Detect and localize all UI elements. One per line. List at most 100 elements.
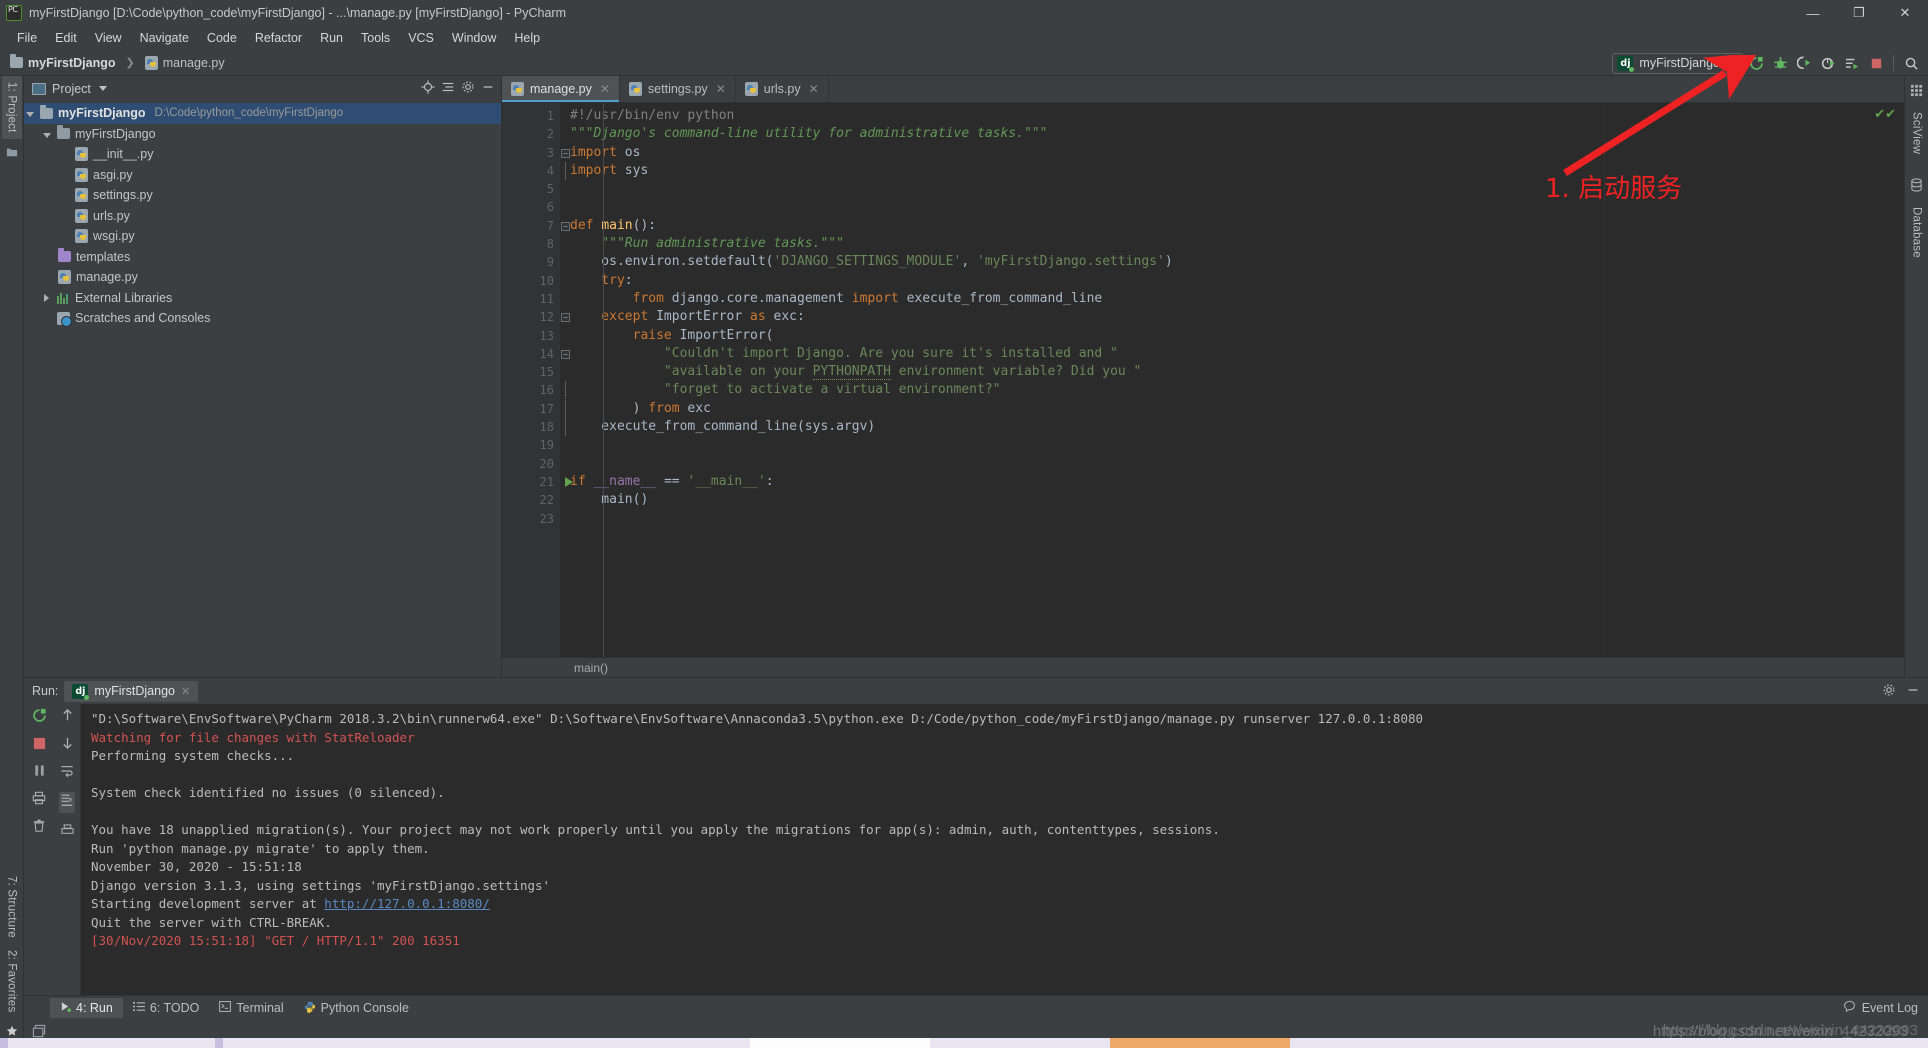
- statusbar-item-terminal[interactable]: Terminal: [209, 998, 293, 1018]
- run-with-console-icon[interactable]: [1841, 52, 1863, 74]
- project-files-icon[interactable]: [6, 145, 18, 163]
- close-icon[interactable]: ✕: [181, 685, 190, 698]
- code-line[interactable]: execute_from_command_line(sys.argv): [570, 418, 1604, 436]
- run-icon[interactable]: [1745, 52, 1767, 74]
- code-line[interactable]: import sys: [570, 162, 1604, 180]
- run-coverage-icon[interactable]: [1793, 52, 1815, 74]
- code-line[interactable]: import os: [570, 144, 1604, 162]
- tree-row-init-py[interactable]: __init__.py: [24, 144, 501, 165]
- collapse-all-icon[interactable]: [441, 80, 455, 97]
- tree-row-project-root[interactable]: myFirstDjango D:\Code\python_code\myFirs…: [24, 103, 501, 124]
- search-everywhere-icon[interactable]: [1900, 52, 1922, 74]
- tree-row-asgi-py[interactable]: asgi.py: [24, 165, 501, 186]
- up-icon[interactable]: [61, 708, 74, 727]
- console-link[interactable]: http://127.0.0.1:8080/: [324, 896, 490, 911]
- profile-icon[interactable]: [1817, 52, 1839, 74]
- close-icon[interactable]: ✕: [809, 82, 819, 96]
- code-line[interactable]: raise ImportError(: [570, 327, 1604, 345]
- tab-manage-py[interactable]: manage.py ✕: [502, 76, 620, 102]
- locate-icon[interactable]: [421, 80, 435, 97]
- event-log-label[interactable]: Event Log: [1862, 1001, 1918, 1015]
- editor-gutter[interactable]: 1 2 3−4 5 6 7− 8 9 10 11 12− 13 14− 15 16 17 18 19 20 21 22 2…: [502, 103, 573, 657]
- debug-icon[interactable]: [1769, 52, 1791, 74]
- menu-code[interactable]: Code: [198, 28, 246, 48]
- code-line[interactable]: [570, 455, 1604, 473]
- sidebar-item-database[interactable]: Database: [1907, 201, 1927, 264]
- code-line[interactable]: "Couldn't import Django. Are you sure it…: [570, 345, 1604, 363]
- delete-icon[interactable]: [32, 819, 46, 838]
- stop-icon[interactable]: [33, 737, 46, 755]
- tree-row-templates[interactable]: templates: [24, 247, 501, 268]
- menu-run[interactable]: Run: [311, 28, 352, 48]
- soft-wrap-icon[interactable]: [60, 764, 74, 783]
- down-icon[interactable]: [61, 736, 74, 755]
- code-line[interactable]: [570, 510, 1604, 528]
- breadcrumb-file[interactable]: manage.py: [163, 56, 225, 70]
- tab-urls-py[interactable]: urls.py ✕: [736, 76, 829, 102]
- tree-row-scratches-and-consoles[interactable]: Scratches and Consoles: [24, 308, 501, 329]
- minimize-button[interactable]: —: [1790, 0, 1836, 26]
- tree-row-manage-py[interactable]: manage.py: [24, 267, 501, 288]
- menu-tools[interactable]: Tools: [352, 28, 399, 48]
- project-tree[interactable]: myFirstDjango D:\Code\python_code\myFirs…: [24, 101, 501, 677]
- code-line[interactable]: [570, 198, 1604, 216]
- menu-file[interactable]: File: [8, 28, 46, 48]
- tree-toggle-icon[interactable]: [24, 106, 35, 120]
- chevron-down-icon[interactable]: [98, 86, 107, 91]
- code-line[interactable]: if __name__ == '__main__':: [570, 473, 1604, 491]
- code-line[interactable]: "forget to activate a virtual environmen…: [570, 381, 1604, 399]
- tree-row-wsgi-py[interactable]: wsgi.py: [24, 226, 501, 247]
- code-line[interactable]: """Django's command-line utility for adm…: [570, 125, 1604, 143]
- run-console-output[interactable]: "D:\Software\EnvSoftware\PyCharm 2018.3.…: [80, 704, 1928, 995]
- hide-panel-icon[interactable]: [481, 80, 495, 97]
- code-line[interactable]: """Run administrative tasks.""": [570, 235, 1604, 253]
- tree-toggle-icon[interactable]: [41, 127, 52, 141]
- menu-view[interactable]: View: [86, 28, 131, 48]
- menu-vcs[interactable]: VCS: [399, 28, 443, 48]
- close-icon[interactable]: ✕: [716, 82, 726, 96]
- print-small-icon[interactable]: [60, 824, 74, 842]
- code-line[interactable]: [570, 436, 1604, 454]
- tree-row-urls-py[interactable]: urls.py: [24, 206, 501, 227]
- code-line[interactable]: ) from exc: [570, 400, 1604, 418]
- tree-row-myfirstdjango-package[interactable]: myFirstDjango: [24, 124, 501, 145]
- statusbar-item-python-console[interactable]: Python Console: [294, 998, 419, 1019]
- settings-gear-icon[interactable]: [1882, 683, 1896, 700]
- code-line[interactable]: except ImportError as exc:: [570, 308, 1604, 326]
- tree-row-settings-py[interactable]: settings.py: [24, 185, 501, 206]
- menu-edit[interactable]: Edit: [46, 28, 86, 48]
- statusbar-item-todo[interactable]: 6: TODO: [123, 998, 210, 1018]
- code-line[interactable]: os.environ.setdefault('DJANGO_SETTINGS_M…: [570, 253, 1604, 271]
- sidebar-item-structure[interactable]: 7: Structure: [2, 870, 22, 944]
- code-line[interactable]: try:: [570, 272, 1604, 290]
- menu-window[interactable]: Window: [443, 28, 505, 48]
- close-icon[interactable]: ✕: [600, 82, 610, 96]
- maximize-button[interactable]: ❐: [1836, 0, 1882, 26]
- run-tab-myfirstdjango[interactable]: dj myFirstDjango ✕: [64, 680, 199, 702]
- inspection-status-icon[interactable]: ✔✔: [1874, 107, 1896, 120]
- hide-panel-icon[interactable]: [1906, 683, 1920, 700]
- statusbar-item-run[interactable]: 4: Run: [50, 998, 123, 1018]
- editor-breadcrumb[interactable]: main(): [502, 657, 1904, 677]
- menu-refactor[interactable]: Refactor: [246, 28, 311, 48]
- code-line[interactable]: from django.core.management import execu…: [570, 290, 1604, 308]
- tab-settings-py[interactable]: settings.py ✕: [620, 76, 736, 102]
- settings-gear-icon[interactable]: [461, 80, 475, 97]
- tree-row-external-libraries[interactable]: External Libraries: [24, 288, 501, 309]
- scroll-to-end-icon[interactable]: [59, 792, 75, 813]
- code-line[interactable]: "available on your PYTHONPATH environmen…: [570, 363, 1604, 381]
- breadcrumb-project[interactable]: myFirstDjango: [28, 56, 116, 70]
- print-icon[interactable]: [32, 791, 46, 810]
- code-line[interactable]: #!/usr/bin/env python: [570, 107, 1604, 125]
- code-line[interactable]: main(): [570, 491, 1604, 509]
- sidebar-item-project[interactable]: 1: Project: [1, 76, 22, 139]
- pause-icon[interactable]: [33, 764, 46, 782]
- close-button[interactable]: ✕: [1882, 0, 1928, 26]
- code-editor[interactable]: #!/usr/bin/env python """Django's command…: [560, 103, 1604, 657]
- rerun-icon[interactable]: [32, 708, 47, 728]
- menu-help[interactable]: Help: [505, 28, 549, 48]
- stop-icon[interactable]: [1865, 52, 1887, 74]
- sidebar-item-sciview[interactable]: SciView: [1907, 106, 1927, 160]
- tree-toggle-icon[interactable]: [41, 291, 52, 305]
- menu-navigate[interactable]: Navigate: [131, 28, 198, 48]
